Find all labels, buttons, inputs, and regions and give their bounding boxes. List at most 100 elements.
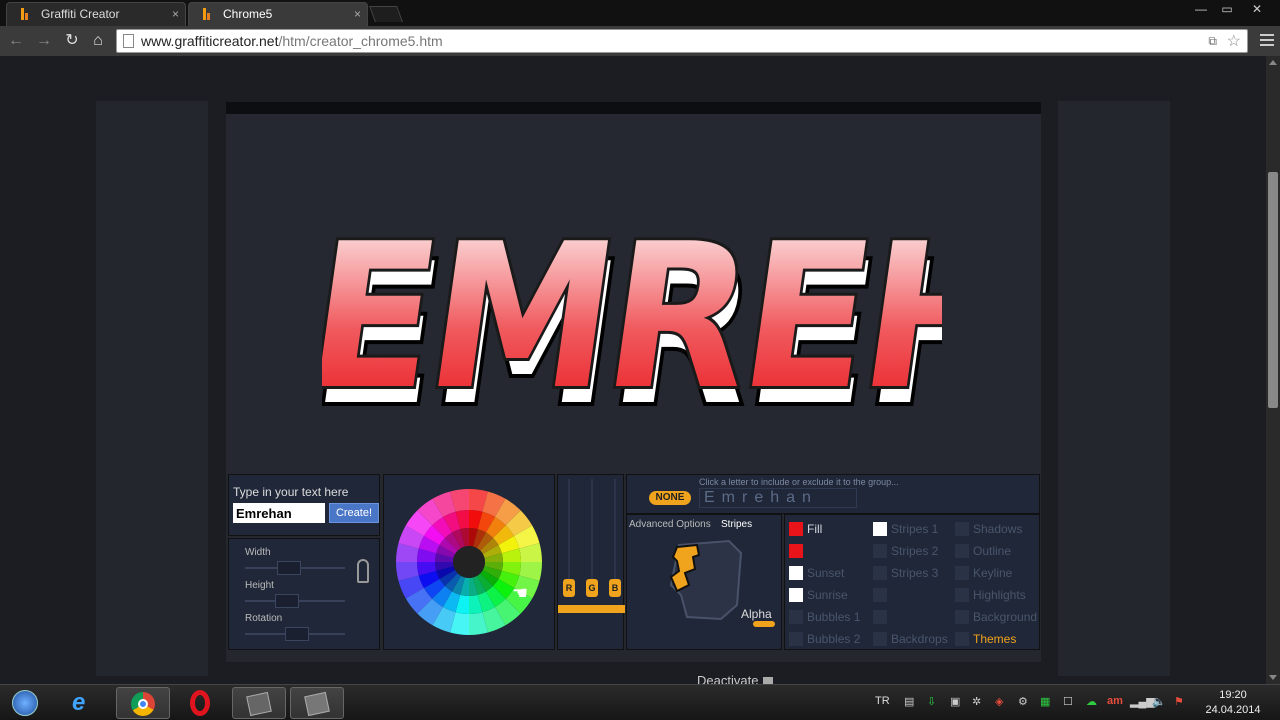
option-sunset[interactable]: Sunset <box>789 565 844 581</box>
tray-icon[interactable]: ▣ <box>950 695 960 708</box>
r-slider[interactable]: R <box>563 579 575 597</box>
option-empty-2[interactable] <box>873 609 891 625</box>
color-wheel[interactable] <box>394 487 544 637</box>
option-sunrise[interactable]: Sunrise <box>789 587 848 603</box>
url-text: www.graffiticreator.net/htm/creator_chro… <box>141 33 443 49</box>
graffiti-text: EMREHAN <box>322 201 942 426</box>
none-button[interactable]: NONE <box>649 491 691 505</box>
language-indicator[interactable]: TR <box>875 695 890 707</box>
create-button[interactable]: Create! <box>329 503 379 523</box>
color-wheel-center[interactable] <box>453 546 485 578</box>
close-window-button[interactable]: ✕ <box>1242 0 1272 20</box>
forward-button[interactable]: → <box>34 31 54 51</box>
rotation-slider[interactable] <box>285 627 309 641</box>
g-slider[interactable]: G <box>586 579 598 597</box>
rotation-label: Rotation <box>245 613 283 624</box>
windows-logo-icon <box>12 690 38 716</box>
tray-icon[interactable]: ☐ <box>1063 695 1073 708</box>
lock-icon[interactable] <box>357 559 369 583</box>
input-label: Type in your text here <box>233 485 349 499</box>
letter-selector[interactable]: Emrehan <box>699 488 857 508</box>
option-fill[interactable]: Fill <box>789 521 822 537</box>
option-keyline[interactable]: Keyline <box>955 565 1012 581</box>
taskbar-chrome[interactable] <box>116 687 170 719</box>
hand-cursor-icon: ☚ <box>512 583 529 603</box>
back-button[interactable]: ← <box>6 31 26 51</box>
screen: Graffiti Creator × Chrome5 × — ▭ ✕ ← → ↻… <box>0 0 1280 720</box>
width-slider[interactable] <box>277 561 301 575</box>
option-stripes-1[interactable]: Stripes 1 <box>873 521 938 537</box>
tray-icon[interactable]: ✲ <box>972 695 981 708</box>
ie-icon: e <box>72 689 86 716</box>
option-bubbles-2[interactable]: Bubbles 2 <box>789 631 860 647</box>
letter-group-panel: Click a letter to include or exclude it … <box>626 474 1040 514</box>
option-bubbles-1[interactable]: Bubbles 1 <box>789 609 860 625</box>
option-shadows[interactable]: Shadows <box>955 521 1022 537</box>
download-arrow-icon[interactable]: ⇩ <box>927 695 936 708</box>
new-tab-button[interactable] <box>369 6 403 22</box>
taskbar-app-1[interactable] <box>232 687 286 719</box>
option-color-2[interactable] <box>789 543 807 559</box>
option-backdrops[interactable]: Backdrops <box>873 631 948 647</box>
b-slider[interactable]: B <box>609 579 621 597</box>
option-empty-1[interactable] <box>873 587 891 603</box>
volume-icon[interactable]: 🔈 <box>1152 695 1166 708</box>
tab-chrome5[interactable]: Chrome5 × <box>188 2 368 26</box>
graffiti-artwork: EMREHAN EMREHAN <box>322 198 942 426</box>
option-themes[interactable]: Themes <box>955 631 1016 647</box>
option-stripes-3[interactable]: Stripes 3 <box>873 565 938 581</box>
graffiti-creator-app: EMREHAN EMREHAN Type in your text here C… <box>226 102 1041 688</box>
home-button[interactable]: ⌂ <box>88 31 108 51</box>
advanced-options-panel: Advanced Options Stripes Alpha Deactivat… <box>626 514 782 688</box>
taskbar-app-2[interactable] <box>290 687 344 719</box>
chrome-icon <box>131 692 155 716</box>
system-clock[interactable]: 19:20 24.04.2014 <box>1200 688 1266 718</box>
taskbar-ie[interactable]: e <box>58 687 112 719</box>
scrollbar[interactable] <box>1266 56 1280 684</box>
star-icon[interactable]: ☆ <box>1227 31 1241 51</box>
height-slider[interactable] <box>275 594 299 608</box>
letter-hint: Click a letter to include or exclude it … <box>699 477 899 487</box>
color-wheel-panel: ☚ <box>383 474 555 650</box>
close-icon[interactable]: × <box>354 3 361 25</box>
color-preview-bar <box>558 605 625 613</box>
tray-icon[interactable]: ▦ <box>1040 695 1050 708</box>
tray-icon[interactable]: am <box>1107 695 1123 707</box>
height-label: Height <box>245 580 274 591</box>
address-bar[interactable]: www.graffiticreator.net/htm/creator_chro… <box>116 29 1248 53</box>
antivirus-icon[interactable]: ◈ <box>995 695 1003 708</box>
letter-preview <box>669 539 743 621</box>
close-icon[interactable]: × <box>172 3 179 25</box>
arrow-down-icon[interactable] <box>1269 675 1277 680</box>
arrow-up-icon[interactable] <box>1269 60 1277 65</box>
tray-icon[interactable]: ⚙ <box>1018 695 1028 708</box>
option-background[interactable]: Background <box>955 609 1037 625</box>
option-outline[interactable]: Outline <box>955 543 1011 559</box>
alpha-label: Alpha <box>741 607 772 621</box>
app-icon <box>304 691 330 717</box>
rgb-panel: R G B <box>557 474 625 650</box>
menu-icon[interactable] <box>1260 34 1274 46</box>
width-label: Width <box>245 547 271 558</box>
option-highlights[interactable]: Highlights <box>955 587 1026 603</box>
tray-icon[interactable]: ▤ <box>904 695 914 708</box>
maximize-button[interactable]: ▭ <box>1212 0 1242 20</box>
alpha-slider[interactable] <box>753 621 775 627</box>
option-stripes-2[interactable]: Stripes 2 <box>873 543 938 559</box>
tab-graffiti-creator[interactable]: Graffiti Creator × <box>6 2 186 26</box>
scrollbar-thumb[interactable] <box>1268 172 1278 408</box>
opera-icon <box>190 690 210 716</box>
tray-icon[interactable]: ☁ <box>1086 695 1097 708</box>
network-signal-icon[interactable]: ▂▄▆ <box>1130 695 1155 708</box>
translate-icon[interactable]: ⧉ <box>1208 34 1217 49</box>
reload-button[interactable]: ↻ <box>62 31 82 51</box>
action-center-flag-icon[interactable]: ⚑ <box>1174 695 1184 708</box>
graffiti-canvas: EMREHAN EMREHAN <box>226 114 1041 474</box>
app-top-bar <box>226 102 1041 114</box>
page-icon <box>123 34 134 48</box>
taskbar-opera[interactable] <box>174 687 228 719</box>
graffiti-text-input[interactable] <box>233 503 325 523</box>
layer-options-panel: Fill Sunset Sunrise Bubbles 1 Bubbles 2 … <box>784 514 1040 650</box>
start-button[interactable] <box>4 687 48 719</box>
tab-title: Graffiti Creator <box>41 7 120 21</box>
